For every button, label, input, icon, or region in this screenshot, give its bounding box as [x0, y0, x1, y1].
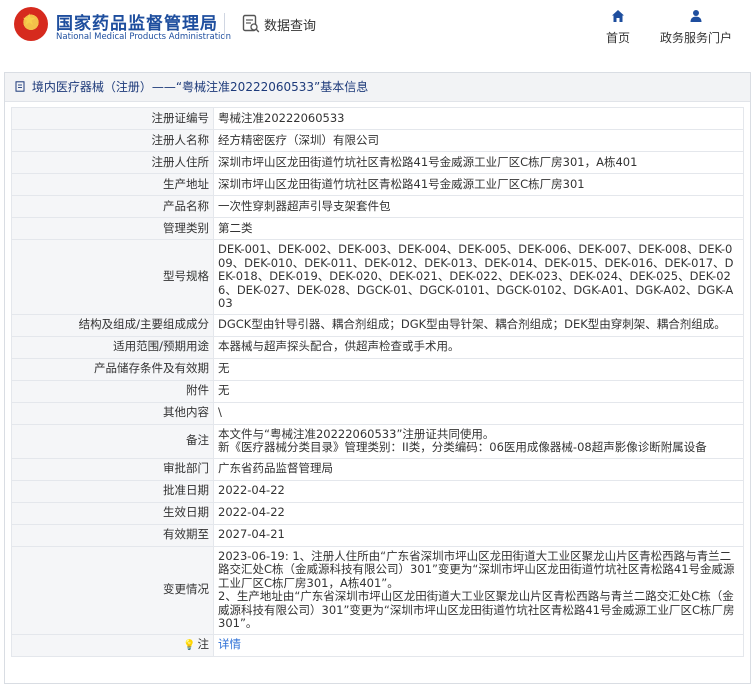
field-value: 深圳市坪山区龙田街道竹坑社区青松路41号金威源工业厂区C栋厂房301，A栋401 — [213, 151, 744, 174]
field-value: 深圳市坪山区龙田街道竹坑社区青松路41号金威源工业厂区C栋厂房301 — [213, 173, 744, 196]
field-label: 有效期至 — [11, 523, 214, 547]
nav-home[interactable]: 首页 — [600, 9, 636, 46]
table-row: 产品名称 一次性穿刺器超声引导支架套件包 — [11, 195, 744, 218]
document-icon — [15, 81, 25, 92]
field-value: 本文件与“粤械注准20222060533”注册证共同使用。 新《医疗器械分类目录… — [213, 423, 744, 459]
field-value: 第二类 — [213, 217, 744, 240]
table-row: 审批部门 广东省药品监督管理局 — [11, 457, 744, 481]
nav-home-label: 首页 — [605, 31, 630, 45]
table-row: 备注 本文件与“粤械注准20222060533”注册证共同使用。 新《医疗器械分类… — [11, 423, 744, 459]
field-label: 审批部门 — [11, 457, 214, 481]
field-label: 💡 注 — [11, 633, 214, 657]
nav-service-portal[interactable]: 政务服务门户 — [656, 9, 736, 46]
table-row: 注册人名称 经方精密医疗（深圳）有限公司 — [11, 129, 744, 152]
site-title[interactable]: 国家药品监督管理局 — [56, 9, 218, 34]
table-row: 产品储存条件及有效期无 — [11, 357, 744, 381]
star-icon: ★ — [22, 10, 37, 29]
detail-panel: 境内医疗器械（注册）——“粤械注准20222060533”基本信息 注册证编号粤… — [4, 72, 751, 684]
nav-service-portal-label: 政务服务门户 — [659, 31, 732, 45]
site-subtitle: National Medical Products Administration — [56, 32, 231, 42]
field-label: 注册人名称 — [11, 129, 214, 152]
field-value: 广东省药品监督管理局 — [213, 457, 744, 481]
table-row: 其他内容 \ — [11, 401, 744, 425]
table-row: 注册证编号 粤械注准20222060533 — [11, 107, 744, 130]
table-row: 生产地址 深圳市坪山区龙田街道竹坑社区青松路41号金威源工业厂区C栋厂房301 — [11, 173, 744, 196]
field-label: 适用范围/预期用途 — [11, 335, 214, 359]
table-row: 变更情况 2023-06-19: 1、注册人住所由“广东省深圳市坪山区龙田街道大工… — [11, 545, 744, 635]
table-row: 💡 注 详情 — [11, 633, 744, 657]
field-label: 产品储存条件及有效期 — [11, 357, 214, 381]
field-label: 注册证编号 — [11, 107, 214, 130]
note-label: 注 — [197, 636, 210, 651]
field-value: 本器械与超声探头配合，供超声检查或手术用。 — [213, 335, 744, 359]
details-link[interactable]: 详情 — [218, 637, 241, 652]
registration-info-table: 注册证编号 粤械注准20222060533 注册人名称 经方精密医疗（深圳）有限公司注… — [11, 107, 744, 657]
database-query-icon — [242, 14, 260, 33]
field-value: 详情 — [213, 633, 744, 657]
field-value: 粤械注准20222060533 — [213, 107, 744, 130]
field-value: 2022-04-22 — [213, 501, 744, 525]
user-icon — [690, 10, 702, 22]
field-label: 附件 — [11, 379, 214, 403]
pin-icon: 💡 — [183, 639, 196, 651]
table-row: 附件无 — [11, 379, 744, 403]
national-emblem-logo: ★ — [14, 7, 48, 41]
field-value: 无 — [213, 379, 744, 403]
field-label: 变更情况 — [11, 545, 214, 635]
header-divider — [224, 13, 225, 39]
database-query-title[interactable]: 数据查询 — [264, 15, 316, 34]
table-row: 管理类别 第二类 — [11, 217, 744, 240]
table-row: 有效期至 2027-04-21 — [11, 523, 744, 547]
field-value: 一次性穿刺器超声引导支架套件包 — [213, 195, 744, 218]
table-row: 结构及组成/主要组成成分 DGCK型由针导引器、耦合剂组成；DGK型由导针架、耦合… — [11, 313, 744, 337]
table-row: 注册人住所 深圳市坪山区龙田街道竹坑社区青松路41号金威源工业厂区C栋厂房301，… — [11, 151, 744, 174]
table-row: 型号规格 DEK-001、DEK-002、DEK-003、DEK-004、DEK-… — [11, 239, 744, 315]
table-row: 生效日期 2022-04-22 — [11, 501, 744, 525]
field-label: 管理类别 — [11, 217, 214, 240]
field-value: DEK-001、DEK-002、DEK-003、DEK-004、DEK-005、… — [213, 239, 744, 315]
field-label: 生产地址 — [11, 173, 214, 196]
site-header: ★ 国家药品监督管理局 National Medical Products Ad… — [0, 0, 753, 60]
field-value: DGCK型由针导引器、耦合剂组成；DGK型由导针架、耦合剂组成；DEK型由穿刺架… — [213, 313, 744, 337]
field-value: 2023-06-19: 1、注册人住所由“广东省深圳市坪山区龙田街道大工业区聚龙… — [213, 545, 744, 635]
field-value: 无 — [213, 357, 744, 381]
field-label: 其他内容 — [11, 401, 214, 425]
field-value: 2027-04-21 — [213, 523, 744, 547]
field-value: \ — [213, 401, 744, 425]
field-value: 经方精密医疗（深圳）有限公司 — [213, 129, 744, 152]
field-label: 备注 — [11, 423, 214, 459]
table-row: 批准日期 2022-04-22 — [11, 479, 744, 503]
breadcrumb-text: 境内医疗器械（注册）——“粤械注准20222060533”基本信息 — [31, 80, 369, 94]
info-table-body: 注册证编号 粤械注准20222060533 注册人名称 经方精密医疗（深圳）有限公司注… — [11, 107, 744, 657]
breadcrumb: 境内医疗器械（注册）——“粤械注准20222060533”基本信息 — [5, 73, 750, 102]
field-label: 型号规格 — [11, 239, 214, 315]
field-label: 注册人住所 — [11, 151, 214, 174]
field-label: 产品名称 — [11, 195, 214, 218]
field-value: 2022-04-22 — [213, 479, 744, 503]
table-row: 适用范围/预期用途 本器械与超声探头配合，供超声检查或手术用。 — [11, 335, 744, 359]
home-icon — [612, 10, 624, 22]
field-label: 结构及组成/主要组成成分 — [11, 313, 214, 337]
field-label: 批准日期 — [11, 479, 214, 503]
field-label: 生效日期 — [11, 501, 214, 525]
